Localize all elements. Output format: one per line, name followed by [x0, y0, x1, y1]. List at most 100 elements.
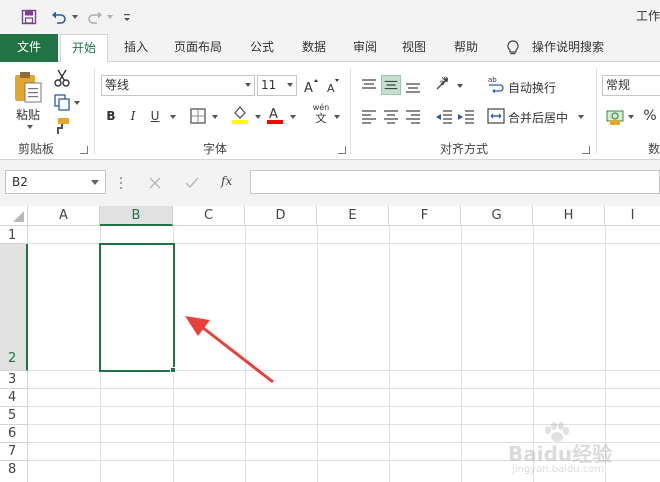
- font-launcher-icon[interactable]: [338, 146, 346, 154]
- tab-insert[interactable]: 插入: [114, 34, 158, 62]
- tab-file[interactable]: 文件: [0, 34, 58, 62]
- column-header-a[interactable]: A: [28, 206, 100, 226]
- row-header-2[interactable]: 2: [0, 244, 28, 371]
- row-header-3[interactable]: 3: [0, 371, 28, 389]
- accounting-dropdown-icon[interactable]: [628, 115, 634, 119]
- copy-dropdown-icon[interactable]: [74, 101, 80, 105]
- font-name-value: 等线: [105, 78, 130, 92]
- align-middle-icon[interactable]: [381, 75, 401, 95]
- undo-icon[interactable]: [50, 9, 68, 25]
- tab-home[interactable]: 开始: [60, 34, 108, 63]
- formula-input[interactable]: [250, 170, 660, 194]
- format-painter-icon[interactable]: [52, 116, 72, 136]
- cut-icon[interactable]: [52, 68, 72, 88]
- tab-formulas[interactable]: 公式: [240, 34, 284, 62]
- select-all-corner[interactable]: [0, 206, 28, 226]
- column-header-f[interactable]: F: [389, 206, 461, 226]
- svg-text:ab: ab: [488, 76, 497, 84]
- alignment-group-label: 对齐方式: [440, 142, 489, 156]
- undo-dropdown-icon[interactable]: [72, 15, 78, 19]
- font-group-label: 字体: [203, 142, 228, 156]
- align-bottom-icon[interactable]: [403, 76, 423, 96]
- phonetic-dropdown-icon[interactable]: [334, 115, 340, 119]
- customize-toolbar-icon[interactable]: [122, 9, 132, 25]
- decrease-font-size-icon[interactable]: A: [323, 76, 343, 96]
- italic-button[interactable]: I: [123, 106, 143, 126]
- phonetic-pinyin: wén: [312, 103, 330, 112]
- insert-function-icon[interactable]: fx: [221, 174, 232, 188]
- font-size-select[interactable]: 11: [257, 75, 297, 96]
- column-header-e[interactable]: E: [317, 206, 389, 226]
- align-center-icon[interactable]: [381, 106, 401, 126]
- tell-me-search[interactable]: 操作说明搜索: [528, 34, 608, 62]
- splitter-icon[interactable]: [119, 176, 123, 190]
- paste-dropdown-icon[interactable]: [27, 125, 33, 129]
- row-header-4[interactable]: 4: [0, 389, 28, 407]
- paste-icon[interactable]: [12, 70, 44, 104]
- align-left-icon[interactable]: [359, 106, 379, 126]
- row-header-6[interactable]: 6: [0, 425, 28, 443]
- worksheet-grid[interactable]: A B C D E F G H I 1 2 3 4 5 6 7 8 Baidu经…: [0, 206, 660, 482]
- tab-data[interactable]: 数据: [292, 34, 336, 62]
- orientation-dropdown-icon[interactable]: [457, 84, 463, 88]
- gridline: [28, 388, 660, 389]
- borders-dropdown-icon[interactable]: [212, 115, 218, 119]
- wrap-text-icon[interactable]: ab: [486, 74, 506, 94]
- decrease-indent-icon[interactable]: [434, 106, 454, 126]
- row-header-1[interactable]: 1: [0, 226, 28, 244]
- borders-icon[interactable]: [188, 106, 208, 126]
- font-color-dropdown-icon[interactable]: [290, 115, 296, 119]
- enter-icon[interactable]: [184, 176, 200, 190]
- fill-color-icon[interactable]: [230, 104, 250, 124]
- watermark-logo: Baidu经验 jingyan.baidu.com: [508, 422, 628, 476]
- tab-help[interactable]: 帮助: [444, 34, 488, 62]
- column-header-d[interactable]: D: [245, 206, 317, 226]
- merge-dropdown-icon[interactable]: [578, 115, 584, 119]
- gridline: [461, 226, 462, 482]
- cancel-icon[interactable]: [148, 176, 162, 190]
- align-right-icon[interactable]: [403, 106, 423, 126]
- align-top-icon[interactable]: [359, 76, 379, 96]
- row-header-5[interactable]: 5: [0, 407, 28, 425]
- column-header-g[interactable]: G: [461, 206, 533, 226]
- fill-handle[interactable]: [170, 367, 176, 373]
- number-format-select[interactable]: 常规: [602, 75, 660, 96]
- fill-color-dropdown-icon[interactable]: [255, 115, 261, 119]
- svg-text:A: A: [327, 82, 335, 95]
- name-box-value: B2: [12, 175, 28, 189]
- merge-center-label[interactable]: 合并后居中: [508, 109, 568, 126]
- font-color-icon[interactable]: A: [265, 104, 285, 124]
- row-header-8[interactable]: 8: [0, 461, 28, 482]
- underline-button[interactable]: U: [145, 106, 165, 126]
- orientation-icon[interactable]: ab: [434, 74, 454, 94]
- column-header-b[interactable]: B: [100, 206, 173, 226]
- gridline: [389, 226, 390, 482]
- percent-style-button[interactable]: %: [640, 106, 660, 126]
- alignment-launcher-icon[interactable]: [582, 146, 590, 154]
- column-header-h[interactable]: H: [533, 206, 605, 226]
- column-header-i[interactable]: I: [605, 206, 660, 226]
- wrap-text-label[interactable]: 自动换行: [508, 79, 556, 96]
- name-box[interactable]: B2: [5, 170, 106, 194]
- column-header-c[interactable]: C: [173, 206, 245, 226]
- save-icon[interactable]: [20, 9, 38, 25]
- selected-cell-b2[interactable]: [99, 243, 175, 372]
- merge-center-icon[interactable]: [486, 106, 506, 126]
- clipboard-launcher-icon[interactable]: [80, 146, 88, 154]
- redo-icon[interactable]: [86, 9, 104, 25]
- accounting-format-icon[interactable]: [605, 106, 625, 126]
- bold-button[interactable]: B: [101, 106, 121, 126]
- tab-view[interactable]: 视图: [392, 34, 436, 62]
- increase-indent-icon[interactable]: [456, 106, 476, 126]
- font-name-select[interactable]: 等线: [101, 75, 255, 96]
- group-divider: [94, 68, 95, 154]
- row-header-7[interactable]: 7: [0, 443, 28, 461]
- copy-icon[interactable]: [52, 92, 72, 112]
- tab-review[interactable]: 审阅: [343, 34, 387, 62]
- increase-font-size-icon[interactable]: A: [301, 76, 321, 96]
- redo-dropdown-icon[interactable]: [107, 15, 113, 19]
- paste-button-label[interactable]: 粘贴: [16, 106, 40, 123]
- tab-page-layout[interactable]: 页面布局: [168, 34, 228, 62]
- underline-dropdown-icon[interactable]: [170, 115, 176, 119]
- phonetic-guide-button[interactable]: wén 文: [311, 103, 331, 129]
